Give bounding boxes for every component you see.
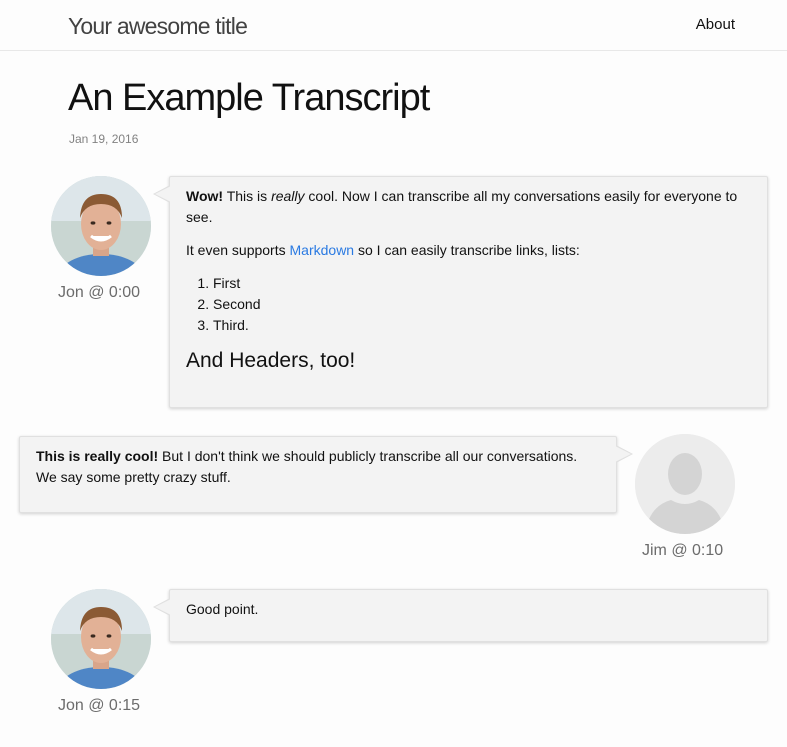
person-photo-icon: [51, 589, 151, 689]
speaker-label: Jon @ 0:15: [58, 697, 141, 714]
list-item: First: [213, 273, 751, 294]
markdown-link[interactable]: Markdown: [290, 242, 355, 258]
avatar-jon: [51, 589, 151, 689]
bold-text: This is really cool!: [36, 448, 159, 464]
italic-text: really: [271, 188, 305, 204]
speaker-label: Jon @ 0:00: [58, 284, 141, 301]
site-title-link[interactable]: Your awesome title: [68, 12, 248, 40]
message-text: Good point.: [186, 601, 259, 617]
post-title: An Example Transcript: [68, 77, 430, 119]
message-paragraph: Good point.: [186, 599, 751, 620]
message-heading: And Headers, too!: [186, 349, 356, 372]
default-user-silhouette-icon: [635, 434, 735, 534]
message-text: This is: [226, 188, 268, 204]
message-paragraph: Wow! This is really cool. Now I can tran…: [186, 186, 751, 228]
avatar-jon: [51, 176, 151, 276]
bold-text: Wow!: [186, 188, 224, 204]
message-paragraph: This is really cool! But I don't think w…: [36, 446, 600, 488]
message-text: cool. Now I can transcribe all my conver…: [186, 188, 738, 225]
message-bubble-1: Wow! This is really cool. Now I can tran…: [153, 176, 768, 408]
list-item: Third.: [213, 315, 751, 336]
nav-about-link[interactable]: About: [696, 16, 735, 34]
avatar-jim: [635, 434, 735, 534]
person-photo-icon: [51, 176, 151, 276]
site-header: Your awesome title About: [0, 0, 787, 51]
speaker-label: Jim @ 0:10: [642, 542, 724, 559]
message-paragraph: It even supports Markdown so I can easil…: [186, 240, 751, 261]
message-text: so I can easily transcribe links, lists:: [358, 242, 580, 258]
list-item: Second: [213, 294, 751, 315]
ordered-list: First Second Third.: [213, 273, 751, 336]
message-text: It even supports: [186, 242, 286, 258]
message-bubble-3: Good point.: [153, 589, 768, 642]
post-date: Jan 19, 2016: [69, 132, 139, 146]
message-bubble-2: This is really cool! But I don't think w…: [19, 436, 633, 513]
